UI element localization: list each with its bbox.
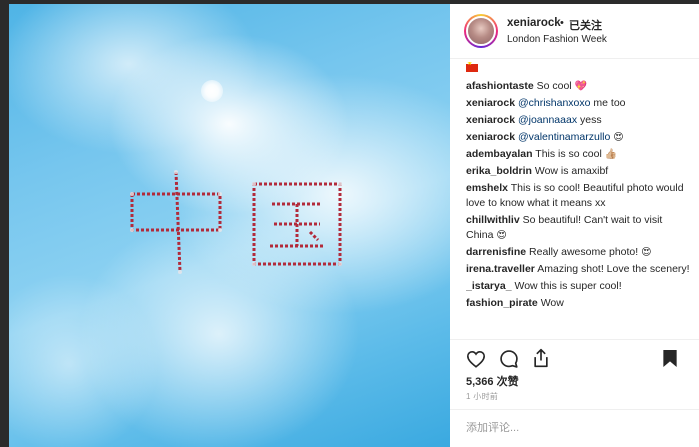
comment-item: adembayalan This is so cool 👍🏼 [466, 147, 691, 162]
following-button[interactable]: 已关注 [569, 17, 602, 33]
add-comment-input[interactable] [466, 422, 666, 434]
location-link[interactable]: London Fashion Week [507, 34, 607, 45]
post-timestamp[interactable]: 1 小时前 [466, 391, 498, 402]
comment-text: Wow is amaxibf [534, 165, 609, 177]
like-count[interactable]: 5,366 次赞 [466, 373, 519, 389]
comments-list[interactable]: afashiontaste So cool 💖 xeniarock @chris… [466, 62, 691, 337]
avatar-image [466, 16, 496, 46]
share-icon[interactable] [532, 348, 550, 368]
post-side-panel: xeniarock • 已关注 London Fashion Week afas… [450, 4, 699, 447]
bookmark-icon[interactable] [662, 349, 678, 368]
comment-item: xeniarock @chrishanxoxo me too [466, 96, 691, 111]
comment-user[interactable]: xeniarock [466, 97, 515, 109]
comment-item: erika_boldrin Wow is amaxibf [466, 164, 691, 179]
comment-mention[interactable]: @valentinamarzullo [518, 131, 610, 143]
comment-text: Really awesome photo! [529, 246, 639, 258]
comment-icon[interactable] [499, 349, 519, 369]
comment-text: Wow [540, 297, 564, 309]
header-username[interactable]: xeniarock [507, 17, 561, 29]
comment-text: yess [580, 114, 602, 126]
comment-user[interactable]: darrenisfine [466, 246, 526, 258]
comment-mention[interactable]: @chrishanxoxo [518, 97, 591, 109]
comment-item: irena.traveller Amazing shot! Love the s… [466, 262, 691, 277]
comment-user[interactable]: afashiontaste [466, 80, 534, 92]
comment-text: This is so cool [535, 148, 602, 160]
post-header: xeniarock • 已关注 London Fashion Week [450, 4, 699, 59]
comment-item: xeniarock @valentinamarzullo 😍 [466, 130, 691, 145]
header-dot: • [560, 17, 564, 29]
comment-user[interactable]: emshelx [466, 182, 508, 194]
comment-item: _istarya_ Wow this is super cool! [466, 279, 691, 294]
comment-user[interactable]: irena.traveller [466, 263, 535, 275]
comment-text: Wow this is super cool! [514, 280, 622, 292]
post-photo[interactable] [9, 4, 450, 447]
heart-eyes-emoji-icon: 😍 [613, 132, 624, 143]
comment-user[interactable]: xeniarock [466, 114, 515, 126]
comment-user[interactable]: erika_boldrin [466, 165, 532, 177]
comment-user[interactable]: chillwithliv [466, 214, 520, 226]
action-bar [450, 339, 699, 375]
comment-text: So cool [536, 80, 572, 92]
comment-user[interactable]: _istarya_ [466, 280, 512, 292]
thumbs-up-emoji-icon: 👍🏼 [604, 149, 618, 160]
comment-item: fashion_pirate Wow [466, 296, 691, 311]
comment-item: afashiontaste So cool 💖 [466, 79, 691, 94]
comment-user[interactable]: fashion_pirate [466, 297, 538, 309]
sun-glare [201, 80, 223, 102]
comment-item: darrenisfine Really awesome photo! 😍 [466, 245, 691, 260]
comment-mention[interactable]: @joannaaax [518, 114, 577, 126]
comment-item: xeniarock @joannaaax yess [466, 113, 691, 128]
heart-icon[interactable] [466, 350, 486, 368]
instagram-post-window: xeniarock • 已关注 London Fashion Week afas… [0, 0, 699, 447]
heart-emoji-icon: 💖 [574, 81, 588, 92]
comment-user[interactable]: xeniarock [466, 131, 515, 143]
skydiver-formation-chars [130, 170, 342, 274]
add-comment-bar [450, 409, 699, 447]
flag-icon [466, 62, 478, 72]
comment-text: Amazing shot! Love the scenery! [537, 263, 690, 275]
heart-eyes-emoji-icon: 😍 [496, 230, 507, 241]
comment-item: emshelx This is so cool! Beautiful photo… [466, 181, 691, 211]
comment-text: me too [593, 97, 626, 109]
heart-eyes-emoji-icon: 😍 [641, 247, 652, 258]
avatar[interactable] [464, 14, 498, 48]
comment-user[interactable]: adembayalan [466, 148, 533, 160]
comment-item: chillwithliv So beautiful! Can't wait to… [466, 213, 691, 243]
